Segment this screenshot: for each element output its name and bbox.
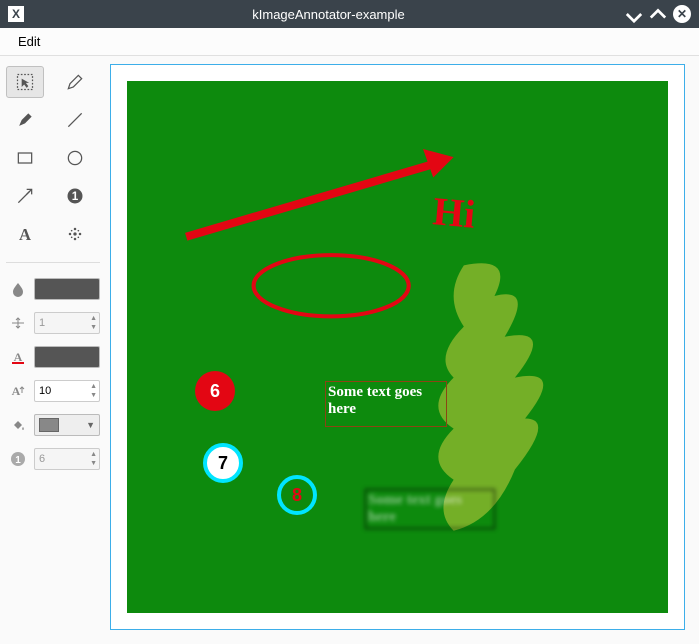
maximize-button[interactable] [649,5,667,23]
fill-dropdown[interactable]: ▼ [34,414,100,436]
text-annotation-1[interactable]: Some text goes here [325,381,447,427]
number-annotation-8[interactable]: 8 [277,475,317,515]
spin-up-icon[interactable]: ▲ [90,314,97,323]
number-seed-property: 1 6▲▼ [6,445,100,473]
spin-down-icon[interactable]: ▼ [90,323,97,332]
close-button[interactable]: ✕ [673,5,691,23]
text-color-icon: A [6,345,30,369]
text-annotation-2-blurred[interactable]: Some text goes here [365,489,495,529]
opacity-property [6,275,100,303]
blur-tool[interactable] [56,218,94,250]
ellipse-tool[interactable] [56,142,94,174]
rectangle-tool[interactable] [6,142,44,174]
number-annotation-7[interactable]: 7 [203,443,243,483]
font-size-spinbox[interactable]: 10▲▼ [34,380,100,402]
pen-tool[interactable] [56,66,94,98]
svg-text:A: A [19,225,31,244]
text-color-swatch[interactable] [34,346,100,368]
number-seed-icon: 1 [6,447,30,471]
width-icon [6,311,30,335]
titlebar: X kImageAnnotator-example ✕ [0,0,699,28]
width-spinbox[interactable]: 1▲▼ [34,312,100,334]
app-logo-icon: X [8,6,24,22]
canvas-viewport: Hi 6 7 8 Some text goes here Some text g… [106,56,699,644]
stroke-color-swatch[interactable] [34,278,100,300]
svg-text:A: A [14,350,23,364]
opacity-icon [6,277,30,301]
width-property: 1▲▼ [6,309,100,337]
number-seed-spinbox[interactable]: 6▲▼ [34,448,100,470]
spin-up-icon[interactable]: ▲ [90,382,97,391]
menu-edit[interactable]: Edit [10,30,48,53]
number-tool[interactable]: 1 [56,180,94,212]
tool-sidebar: 1 A 1▲▼ A A 10▲▼ ▼ 1 6▲▼ [0,56,106,644]
window-title: kImageAnnotator-example [32,7,625,22]
fill-icon [6,413,30,437]
svg-text:1: 1 [72,190,79,203]
font-size-property: A 10▲▼ [6,377,100,405]
text-color-property: A [6,343,100,371]
chevron-down-icon: ▼ [86,420,95,430]
fill-property: ▼ [6,411,100,439]
spin-down-icon[interactable]: ▼ [90,391,97,400]
menubar: Edit [0,28,699,56]
number-annotation-6[interactable]: 6 [195,371,235,411]
arrow-tool[interactable] [6,180,44,212]
font-size-icon: A [6,379,30,403]
spin-up-icon[interactable]: ▲ [90,450,97,459]
spin-down-icon[interactable]: ▼ [90,459,97,468]
canvas[interactable]: Hi 6 7 8 Some text goes here Some text g… [127,81,668,613]
svg-text:A: A [12,384,21,398]
marker-tool[interactable] [6,104,44,136]
line-tool[interactable] [56,104,94,136]
select-tool[interactable] [6,66,44,98]
handwriting-annotation[interactable]: Hi [431,187,477,238]
svg-text:1: 1 [15,455,21,466]
text-tool[interactable]: A [6,218,44,250]
minimize-button[interactable] [625,5,643,23]
